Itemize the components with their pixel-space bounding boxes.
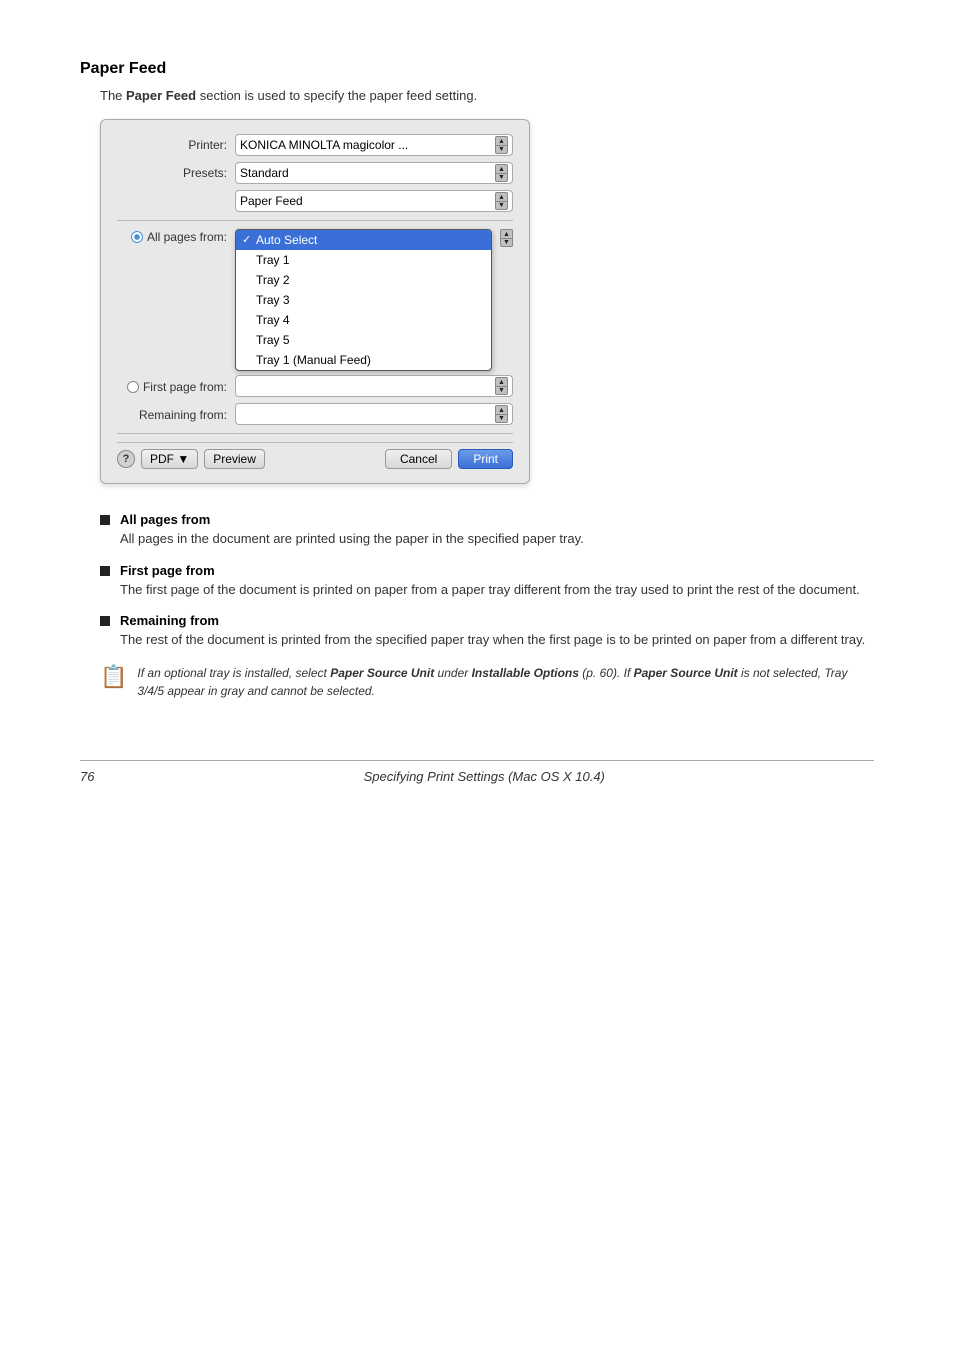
dropdown-item-tray1-manual[interactable]: Tray 1 (Manual Feed) [236, 350, 491, 370]
all-pages-stepper-down[interactable]: ▼ [500, 238, 513, 247]
printer-stepper[interactable]: ▲ ▼ [495, 136, 508, 154]
bullet-content-1: All pages from All pages in the document… [120, 512, 874, 549]
footer-title: Specifying Print Settings (Mac OS X 10.4… [94, 769, 874, 784]
tab-value: Paper Feed [240, 194, 303, 208]
note-box: 📋 If an optional tray is installed, sele… [100, 664, 874, 700]
remaining-stepper-up[interactable]: ▲ [495, 405, 508, 414]
bullet-title-3: Remaining from [120, 613, 219, 628]
all-pages-label: All pages from: [117, 229, 227, 244]
note-icon: 📋 [100, 664, 127, 690]
bullet-square-3 [100, 616, 110, 626]
all-pages-label-text: All pages from: [147, 230, 227, 244]
presets-stepper-up[interactable]: ▲ [495, 164, 508, 173]
printer-label: Printer: [117, 138, 227, 152]
bullet-desc-3: The rest of the document is printed from… [120, 630, 874, 650]
divider2 [117, 433, 513, 434]
first-page-label-text: First page from: [143, 380, 227, 394]
bullet-desc-1: All pages in the document are printed us… [120, 529, 874, 549]
intro-text: The Paper Feed section is used to specif… [100, 88, 874, 103]
bullet-square-2 [100, 566, 110, 576]
all-pages-radio[interactable] [131, 231, 143, 243]
tab-stepper-down[interactable]: ▼ [495, 201, 508, 210]
bullet-title-2: First page from [120, 563, 215, 578]
printer-row: Printer: KONICA MINOLTA magicolor ... ▲ … [117, 134, 513, 156]
first-page-row: First page from: ▲ ▼ [117, 375, 513, 397]
first-page-radio[interactable] [127, 381, 139, 393]
dropdown-item-auto-select[interactable]: Auto Select [236, 230, 491, 250]
dropdown-item-tray2[interactable]: Tray 2 [236, 270, 491, 290]
pdf-button[interactable]: PDF ▼ [141, 449, 198, 469]
tab-row: Paper Feed ▲ ▼ [117, 190, 513, 212]
presets-stepper-down[interactable]: ▼ [495, 173, 508, 182]
page-title: Paper Feed [80, 60, 874, 78]
dialog-bottom: ? PDF ▼ Preview Cancel Print [117, 442, 513, 469]
bullet-title-1: All pages from [120, 512, 210, 527]
remaining-label-text: Remaining from: [139, 408, 227, 422]
tab-select[interactable]: Paper Feed ▲ ▼ [235, 190, 513, 212]
bullet-item-3: Remaining from The rest of the document … [100, 613, 874, 650]
all-pages-stepper[interactable]: ▲ ▼ [500, 229, 513, 247]
first-page-stepper-down[interactable]: ▼ [495, 386, 508, 395]
dropdown-item-tray1[interactable]: Tray 1 [236, 250, 491, 270]
first-page-label: First page from: [117, 379, 227, 394]
bottom-left: ? PDF ▼ Preview [117, 449, 265, 469]
presets-stepper[interactable]: ▲ ▼ [495, 164, 508, 182]
remaining-stepper-down[interactable]: ▼ [495, 414, 508, 423]
presets-value: Standard [240, 166, 289, 180]
presets-row: Presets: Standard ▲ ▼ [117, 162, 513, 184]
help-button[interactable]: ? [117, 450, 135, 468]
bullet-item-2: First page from The first page of the do… [100, 563, 874, 600]
remaining-select[interactable]: ▲ ▼ [235, 403, 513, 425]
presets-select[interactable]: Standard ▲ ▼ [235, 162, 513, 184]
bullet-section: All pages from All pages in the document… [100, 512, 874, 700]
remaining-label: Remaining from: [117, 407, 227, 422]
printer-stepper-up[interactable]: ▲ [495, 136, 508, 145]
printer-select[interactable]: KONICA MINOLTA magicolor ... ▲ ▼ [235, 134, 513, 156]
page-footer: 76 Specifying Print Settings (Mac OS X 1… [80, 760, 874, 784]
dropdown-item-tray5[interactable]: Tray 5 [236, 330, 491, 350]
dialog-box: Printer: KONICA MINOLTA magicolor ... ▲ … [100, 119, 530, 484]
tab-stepper-up[interactable]: ▲ [495, 192, 508, 201]
dropdown-item-tray4[interactable]: Tray 4 [236, 310, 491, 330]
printer-stepper-down[interactable]: ▼ [495, 145, 508, 154]
print-button[interactable]: Print [458, 449, 513, 469]
bullet-square-1 [100, 515, 110, 525]
first-page-stepper-up[interactable]: ▲ [495, 377, 508, 386]
remaining-stepper[interactable]: ▲ ▼ [495, 405, 508, 423]
bullet-content-3: Remaining from The rest of the document … [120, 613, 874, 650]
footer-page-number: 76 [80, 769, 94, 784]
cancel-button[interactable]: Cancel [385, 449, 452, 469]
all-pages-stepper-up[interactable]: ▲ [500, 229, 513, 238]
dropdown-item-tray3[interactable]: Tray 3 [236, 290, 491, 310]
note-text: If an optional tray is installed, select… [137, 664, 874, 700]
tab-stepper[interactable]: ▲ ▼ [495, 192, 508, 210]
bullet-item-1: All pages from All pages in the document… [100, 512, 874, 549]
bottom-right: Cancel Print [385, 449, 513, 469]
bullet-content-2: First page from The first page of the do… [120, 563, 874, 600]
printer-value: KONICA MINOLTA magicolor ... [240, 138, 408, 152]
tray-dropdown[interactable]: Auto Select Tray 1 Tray 2 Tray 3 Tray 4 … [235, 229, 492, 371]
first-page-select[interactable]: ▲ ▼ [235, 375, 513, 397]
presets-label: Presets: [117, 166, 227, 180]
preview-button[interactable]: Preview [204, 449, 265, 469]
remaining-row: Remaining from: ▲ ▼ [117, 403, 513, 425]
all-pages-row: All pages from: Auto Select Tray 1 Tray … [117, 229, 513, 371]
first-page-stepper[interactable]: ▲ ▼ [495, 377, 508, 395]
bullet-desc-2: The first page of the document is printe… [120, 580, 874, 600]
divider1 [117, 220, 513, 221]
